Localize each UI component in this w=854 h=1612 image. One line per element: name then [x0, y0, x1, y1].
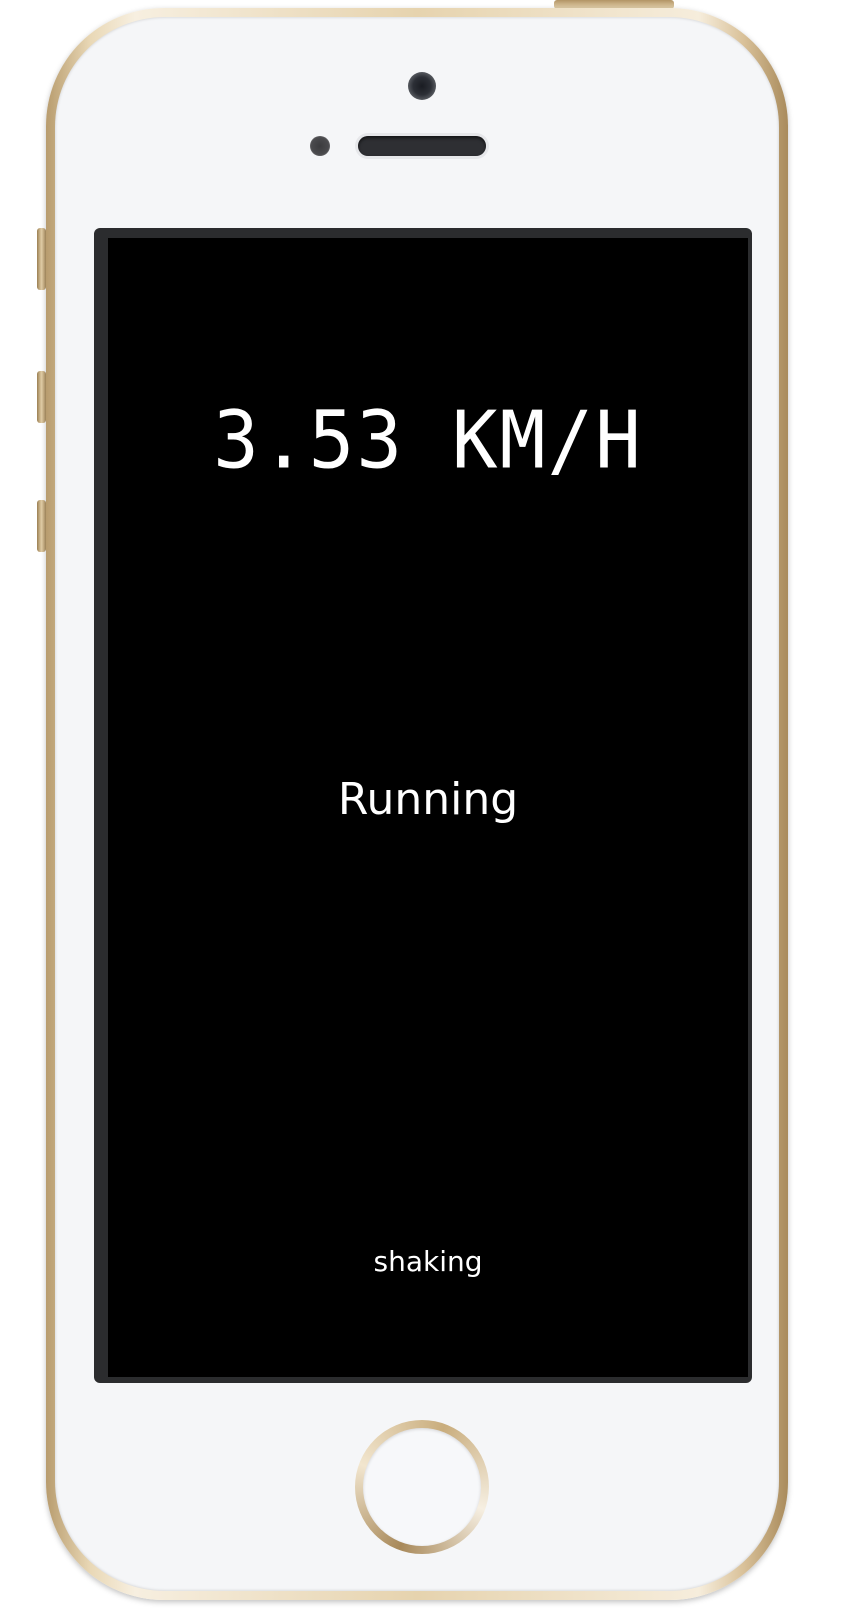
- earpiece-speaker: [358, 136, 486, 156]
- silent-switch: [37, 228, 46, 290]
- activity-label: Running: [337, 774, 519, 825]
- front-camera-icon: [408, 72, 436, 100]
- volume-up-button: [37, 371, 46, 423]
- screen-bezel: 3.53 KM/H Running shaking: [94, 228, 752, 1383]
- app-screen: 3.53 KM/H Running shaking: [108, 238, 748, 1377]
- home-button-icon[interactable]: [355, 1420, 489, 1554]
- home-button-face: [363, 1428, 481, 1546]
- device-mockup: 3.53 KM/H Running shaking: [0, 0, 854, 1612]
- volume-down-button: [37, 500, 46, 552]
- motion-state-label: shaking: [373, 1245, 483, 1278]
- proximity-sensor: [310, 136, 330, 156]
- speed-readout: 3.53 KM/H: [213, 392, 643, 487]
